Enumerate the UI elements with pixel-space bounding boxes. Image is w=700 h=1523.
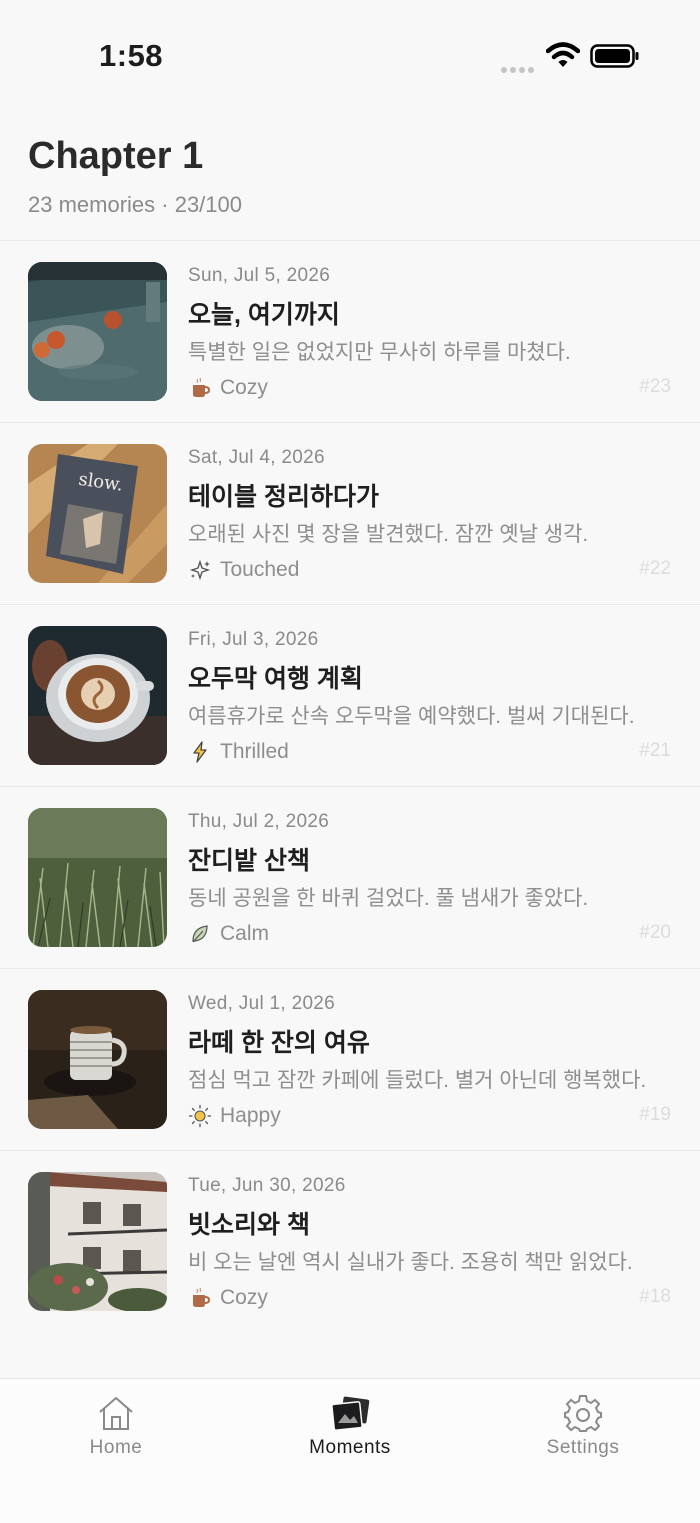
entry-title: 잔디밭 산책: [188, 847, 310, 875]
tab-settings-label: Settings: [546, 1437, 620, 1458]
mood-tag: Calm: [188, 921, 269, 947]
memory-thumbnail: [28, 990, 167, 1129]
memories-count: 23 memories · 23/100: [28, 192, 242, 217]
entry-date: Fri, Jul 3, 2026: [188, 629, 319, 650]
entry-date: Tue, Jun 30, 2026: [188, 1175, 346, 1196]
battery-icon: [590, 44, 639, 68]
mood-label: Happy: [220, 1104, 281, 1127]
tab-moments[interactable]: Moments: [270, 1393, 430, 1459]
entry-body: 비 오는 날엔 역시 실내가 좋다. 조용히 책만 읽었다.: [188, 1251, 633, 1274]
sparkle-icon: [189, 559, 211, 581]
mood-label: Thrilled: [220, 740, 289, 763]
memory-thumbnail: [28, 808, 167, 947]
memory-entry[interactable]: Thu, Jul 2, 2026 잔디밭 산책 동네 공원을 한 바퀴 걸었다.…: [0, 786, 700, 968]
entry-body: 점심 먹고 잠깐 카페에 들렀다. 별거 아닌데 행복했다.: [188, 1069, 647, 1092]
entry-body: 동네 공원을 한 바퀴 걸었다. 풀 냄새가 좋았다.: [188, 887, 589, 910]
coffee-cup-icon: [193, 1287, 211, 1307]
mood-tag: Thrilled: [188, 739, 289, 765]
entry-number: #22: [639, 558, 671, 579]
memory-thumbnail: [28, 626, 167, 765]
memory-thumbnail: [28, 1172, 167, 1311]
tab-settings[interactable]: Settings: [503, 1393, 663, 1459]
mood-label: Touched: [220, 558, 300, 581]
page-title: Chapter 1: [28, 135, 204, 177]
tab-bar: Home Moments Settings: [0, 1378, 700, 1523]
memory-thumbnail: [28, 262, 167, 401]
entry-date: Sun, Jul 5, 2026: [188, 265, 331, 286]
mood-label: Cozy: [220, 376, 268, 399]
entry-body: 여름휴가로 산속 오두막을 예약했다. 벌써 기대된다.: [188, 705, 635, 728]
entry-title: 테이블 정리하다가: [188, 483, 379, 511]
sun-icon: [188, 1104, 212, 1128]
status-bar: 1:58: [0, 0, 700, 110]
entry-number: #19: [639, 1104, 671, 1125]
mood-tag: Cozy: [188, 375, 268, 401]
memory-entry[interactable]: Sun, Jul 5, 2026 오늘, 여기까지 특별한 일은 없었지만 무사…: [0, 240, 700, 422]
status-time: 1:58: [99, 38, 164, 73]
memory-entry[interactable]: slow. Sat, Jul 4, 2026 테이블 정리하다가 오래된 사진 …: [0, 422, 700, 604]
tab-moments-label: Moments: [309, 1437, 391, 1458]
photos-icon: [331, 1396, 370, 1431]
gear-icon: [564, 1395, 602, 1432]
leaf-icon: [192, 925, 208, 943]
entry-body: 오래된 사진 몇 장을 발견했다. 잠깐 옛날 생각.: [188, 523, 589, 546]
entry-number: #23: [639, 376, 671, 397]
entry-title: 라떼 한 잔의 여유: [188, 1029, 370, 1057]
chapter-header: Chapter 1 23 memories · 23/100: [28, 132, 242, 218]
tab-home-label: Home: [89, 1437, 143, 1458]
memory-thumbnail: slow.: [28, 444, 167, 583]
entry-date: Thu, Jul 2, 2026: [188, 811, 330, 832]
cellular-signal-icon: [501, 60, 537, 78]
memory-entry[interactable]: Fri, Jul 3, 2026 오두막 여행 계획 여름휴가로 산속 오두막을…: [0, 604, 700, 786]
memory-entry[interactable]: Tue, Jun 30, 2026 빗소리와 책 비 오는 날엔 역시 실내가 …: [0, 1150, 700, 1332]
entry-body: 특별한 일은 없었지만 무사히 하루를 마쳤다.: [188, 341, 571, 364]
entry-number: #18: [639, 1286, 671, 1307]
entry-date: Wed, Jul 1, 2026: [188, 993, 336, 1014]
mood-tag: Cozy: [188, 1285, 268, 1311]
tab-home[interactable]: Home: [36, 1393, 196, 1459]
entry-title: 오늘, 여기까지: [188, 301, 340, 329]
mood-label: Cozy: [220, 1286, 268, 1309]
mood-tag: Touched: [188, 557, 299, 583]
entry-number: #21: [639, 740, 671, 761]
mood-label: Calm: [220, 922, 270, 945]
entry-date: Sat, Jul 4, 2026: [188, 447, 325, 468]
coffee-cup-icon: [193, 377, 211, 397]
memories-list: Sun, Jul 5, 2026 오늘, 여기까지 특별한 일은 없었지만 무사…: [0, 240, 700, 1332]
lightning-icon: [193, 741, 207, 763]
mood-tag: Happy: [188, 1103, 281, 1129]
house-icon: [99, 1397, 133, 1430]
entry-number: #20: [639, 922, 671, 943]
entry-title: 오두막 여행 계획: [188, 665, 363, 693]
entry-title: 빗소리와 책: [188, 1211, 310, 1239]
wifi-icon: [546, 42, 580, 67]
memory-entry[interactable]: Wed, Jul 1, 2026 라떼 한 잔의 여유 점심 먹고 잠깐 카페에…: [0, 968, 700, 1150]
